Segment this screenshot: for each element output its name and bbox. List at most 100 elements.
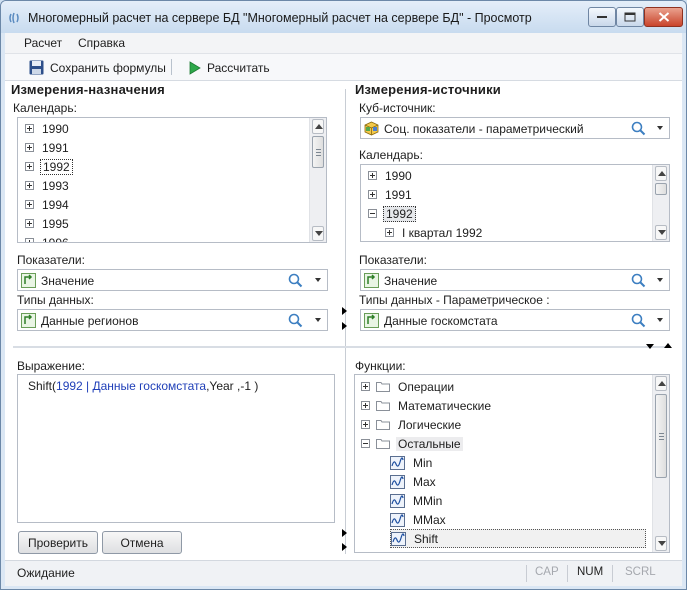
tree-item-selected[interactable]: 1992: [368, 204, 416, 223]
functions-tree[interactable]: Операции Математические Логические Остал…: [354, 374, 670, 553]
expand-icon[interactable]: [385, 228, 394, 237]
function-item[interactable]: MMax: [390, 510, 448, 529]
collapse-up-icon[interactable]: [664, 343, 672, 348]
tree-item[interactable]: 1991: [25, 138, 71, 157]
menu-calc[interactable]: Расчет: [24, 36, 62, 50]
right-indicators-combo[interactable]: Значение: [360, 269, 670, 291]
scroll-down-button[interactable]: [655, 536, 667, 551]
function-item[interactable]: MMin: [390, 491, 444, 510]
search-icon[interactable]: [288, 313, 303, 328]
chevron-down-icon[interactable]: [657, 318, 663, 322]
left-indicators-combo[interactable]: Значение: [17, 269, 328, 291]
expand-icon[interactable]: [25, 238, 34, 242]
tree-item[interactable]: 1991: [368, 185, 414, 204]
search-icon[interactable]: [631, 273, 646, 288]
function-item[interactable]: Min: [390, 453, 434, 472]
function-group[interactable]: Математические: [361, 396, 493, 415]
source-dimensions-title: Измерения-источники: [355, 82, 501, 97]
chevron-down-icon[interactable]: [315, 278, 321, 282]
expand-icon[interactable]: [361, 382, 370, 391]
expand-icon[interactable]: [25, 162, 34, 171]
tree-item-label: 1995: [42, 216, 69, 231]
menu-help[interactable]: Справка: [78, 36, 125, 50]
tree-item[interactable]: 1993: [25, 176, 71, 195]
functions-scrollbar[interactable]: [652, 375, 669, 552]
main-window: Многомерный расчет на сервере БД "Многом…: [0, 0, 687, 590]
calculate-button[interactable]: Рассчитать: [189, 57, 270, 78]
tree-item-selected[interactable]: 1992: [25, 157, 73, 176]
cube-source-combo[interactable]: Соц. показатели - параметрический: [360, 117, 670, 139]
expand-icon[interactable]: [25, 219, 34, 228]
arrow-right-icon[interactable]: [342, 307, 347, 315]
expand-icon[interactable]: [25, 143, 34, 152]
chevron-down-icon[interactable]: [657, 278, 663, 282]
check-button[interactable]: Проверить: [18, 531, 98, 554]
scroll-thumb[interactable]: [655, 394, 667, 478]
tree-item[interactable]: 1994: [25, 195, 71, 214]
save-formulas-button[interactable]: Сохранить формулы: [29, 57, 166, 78]
title-bar[interactable]: Многомерный расчет на сервере БД "Многом…: [1, 1, 686, 33]
expand-icon[interactable]: [25, 124, 34, 133]
maximize-button[interactable]: [616, 7, 644, 27]
search-icon[interactable]: [631, 121, 646, 136]
chevron-down-icon[interactable]: [657, 126, 663, 130]
function-item[interactable]: Max: [390, 472, 438, 491]
close-button[interactable]: [644, 7, 683, 27]
status-text: Ожидание: [17, 566, 75, 580]
chevron-down-icon: [658, 230, 666, 235]
scroll-down-button[interactable]: [655, 225, 667, 240]
expression-editor[interactable]: Shift(1992 | Данные госкомстата,Year ,-1…: [17, 374, 335, 523]
tree-item[interactable]: 1996: [25, 233, 71, 242]
search-icon[interactable]: [288, 273, 303, 288]
function-group-expanded[interactable]: Остальные: [361, 434, 463, 453]
left-datatypes-combo[interactable]: Данные регионов: [17, 309, 328, 331]
collapse-down-icon[interactable]: [646, 344, 654, 349]
function-icon: [390, 474, 405, 489]
function-group[interactable]: Логические: [361, 415, 463, 434]
vertical-splitter-bottom[interactable]: [345, 359, 346, 554]
scroll-up-button[interactable]: [655, 166, 667, 181]
right-datatypes-combo[interactable]: Данные госкомстата: [360, 309, 670, 331]
expand-icon[interactable]: [361, 401, 370, 410]
right-indicators-label: Показатели:: [359, 253, 427, 267]
scroll-up-button[interactable]: [312, 119, 324, 134]
tree-item[interactable]: 1995: [25, 214, 71, 233]
search-icon[interactable]: [631, 313, 646, 328]
scroll-thumb[interactable]: [312, 136, 324, 168]
left-calendar-scrollbar[interactable]: [309, 118, 326, 242]
horizontal-splitter[interactable]: [13, 346, 665, 348]
expand-icon[interactable]: [368, 171, 377, 180]
minimize-button[interactable]: [588, 7, 616, 27]
right-calendar-scrollbar[interactable]: [652, 165, 669, 241]
scroll-down-button[interactable]: [312, 226, 324, 241]
collapse-icon[interactable]: [368, 209, 377, 218]
target-dimensions-title: Измерения-назначения: [11, 82, 165, 97]
scroll-thumb[interactable]: [655, 183, 667, 195]
expand-icon[interactable]: [25, 200, 34, 209]
function-item-label: Shift: [414, 531, 439, 546]
function-item-label: Min: [413, 455, 433, 470]
expand-icon[interactable]: [368, 190, 377, 199]
function-item-selected[interactable]: Shift: [390, 529, 646, 548]
chevron-down-icon[interactable]: [315, 318, 321, 322]
chevron-down-icon: [658, 541, 666, 546]
function-group[interactable]: Операции: [361, 377, 456, 396]
collapse-icon[interactable]: [361, 439, 370, 448]
arrow-right-icon[interactable]: [342, 529, 347, 537]
chevron-up-icon: [658, 381, 666, 386]
arrow-right-icon[interactable]: [342, 322, 347, 330]
cancel-button[interactable]: Отмена: [102, 531, 182, 554]
tree-item[interactable]: 1990: [25, 119, 71, 138]
expand-icon[interactable]: [361, 420, 370, 429]
right-calendar-tree[interactable]: 1990 1991 1992 I квартал 1992: [360, 164, 670, 242]
tree-item[interactable]: 1990: [368, 166, 414, 185]
tree-item-child[interactable]: I квартал 1992: [385, 223, 484, 241]
expression-term-link[interactable]: 1992 | Данные госкомстата: [56, 379, 206, 393]
arrow-right-icon[interactable]: [342, 543, 347, 551]
scroll-up-button[interactable]: [655, 376, 667, 391]
left-calendar-tree[interactable]: 1990 1991 1992 1993 1994 1995 1996: [17, 117, 327, 243]
left-indicators-value: Значение: [41, 274, 95, 288]
folder-icon: [376, 401, 390, 411]
folder-icon: [376, 420, 390, 430]
expand-icon[interactable]: [25, 181, 34, 190]
